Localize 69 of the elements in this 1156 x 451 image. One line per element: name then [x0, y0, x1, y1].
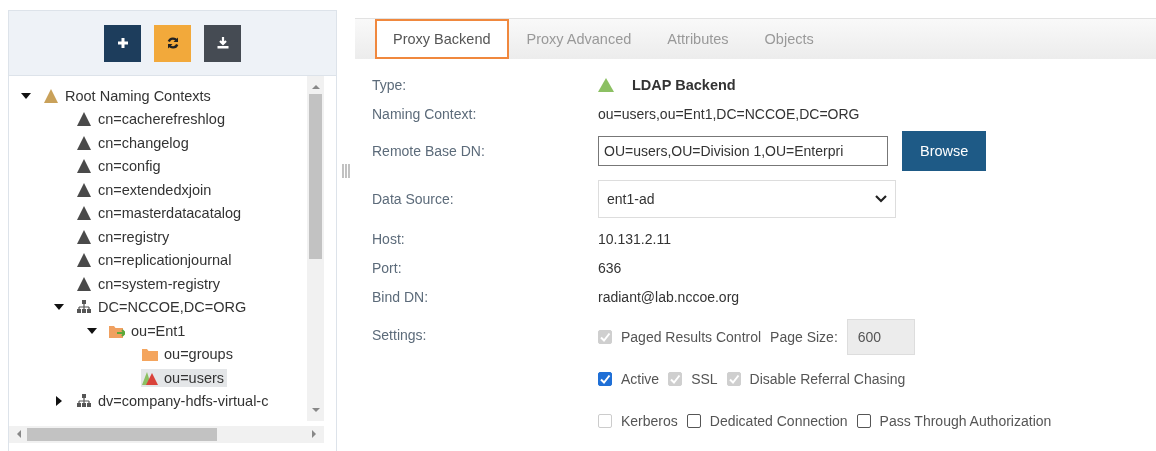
checkbox-label: Kerberos: [621, 413, 678, 429]
tree-item[interactable]: ou=groups: [141, 345, 236, 364]
refresh-icon: [165, 36, 180, 50]
field-label: Page Size:: [770, 329, 838, 345]
tree-item[interactable]: cn=system-registry: [75, 274, 224, 293]
tree-item[interactable]: cn=changelog: [75, 133, 192, 152]
expand-arrow-icon[interactable]: [54, 396, 64, 407]
field-label: Remote Base DN:: [372, 143, 486, 159]
number-field: 600: [846, 319, 915, 355]
refresh-button[interactable]: [154, 24, 191, 62]
download-icon: [215, 36, 230, 50]
tree-item[interactable]: dv=company-hdfs-virtual-c: [75, 392, 272, 411]
text-field[interactable]: OU=users,OU=Division 1,OU=Enterpri: [598, 136, 888, 166]
horizontal-scrollbar[interactable]: [9, 426, 324, 443]
checkbox-label: Paged Results Control: [621, 329, 762, 345]
tree-item[interactable]: ou=users: [141, 368, 228, 387]
hierarchy-icon: [76, 299, 92, 316]
triangle-icon: [76, 181, 92, 198]
field-value: radiant@lab.nccoe.org: [598, 288, 740, 305]
field-label: Type:: [372, 77, 408, 93]
checkbox-label: Disable Referral Chasing: [749, 371, 906, 387]
triangle-icon: [76, 228, 92, 245]
tree-item[interactable]: cn=registry: [75, 227, 173, 246]
folder-icon: [142, 346, 158, 363]
tree-item[interactable]: DC=NCCOE,DC=ORG: [75, 298, 250, 317]
collapse-arrow-icon[interactable]: [21, 90, 31, 101]
checkbox-label: Active: [621, 371, 660, 387]
vertical-scrollbar[interactable]: [307, 76, 324, 421]
triangle-icon: [76, 158, 92, 175]
browse-button[interactable]: Browse: [902, 131, 987, 171]
select-dropdown[interactable]: ent1-ad: [598, 180, 896, 218]
checkbox[interactable]: [856, 414, 871, 428]
add-button[interactable]: [104, 24, 141, 62]
tree-item[interactable]: cn=cacherefreshlog: [75, 110, 228, 129]
triangle-icon: [598, 78, 614, 92]
triangle-icon: [76, 252, 92, 269]
triangle-icon: [43, 87, 59, 104]
collapse-arrow-icon[interactable]: [87, 325, 97, 336]
checkbox-label: Dedicated Connection: [709, 413, 848, 429]
triangle-icon: [76, 275, 92, 292]
checkbox-label: Pass Through Authorization: [879, 413, 1052, 429]
tree-item[interactable]: cn=extendedxjoin: [75, 180, 215, 199]
field-label: Port:: [372, 259, 403, 276]
checkbox[interactable]: [686, 414, 701, 428]
hierarchy-icon: [76, 393, 92, 410]
triangle-icon: [76, 205, 92, 222]
tree-item[interactable]: cn=replicationjournal: [75, 251, 235, 270]
tab[interactable]: Proxy Backend: [375, 19, 509, 59]
field-value: 10.131.2.11: [598, 230, 671, 247]
tree-item[interactable]: cn=masterdatacatalog: [75, 204, 245, 223]
plus-icon: [115, 36, 130, 50]
triangle-icon: [76, 111, 92, 128]
tree-item[interactable]: ou=Ent1: [108, 321, 189, 340]
tree-item[interactable]: Root Naming Contexts: [42, 86, 214, 105]
field-label: Data Source:: [372, 191, 455, 207]
triangle-icon: [76, 134, 92, 151]
field-value: 636: [598, 259, 622, 276]
field-label: Host:: [372, 230, 406, 247]
field-label: Bind DN:: [372, 288, 430, 305]
field-label: Settings:: [372, 326, 428, 343]
tree-item[interactable]: cn=config: [75, 157, 164, 176]
field-label: Naming Context:: [372, 105, 478, 122]
checkbox-label: SSL: [691, 371, 718, 387]
checkbox[interactable]: [598, 372, 612, 386]
download-button[interactable]: [204, 24, 241, 62]
chevron-down-icon: [875, 195, 887, 203]
type-value: LDAP Backend: [632, 77, 736, 93]
splitter-handle-icon[interactable]: [342, 163, 350, 178]
field-value: ou=users,ou=Ent1,DC=NCCOE,DC=ORG: [598, 105, 860, 122]
